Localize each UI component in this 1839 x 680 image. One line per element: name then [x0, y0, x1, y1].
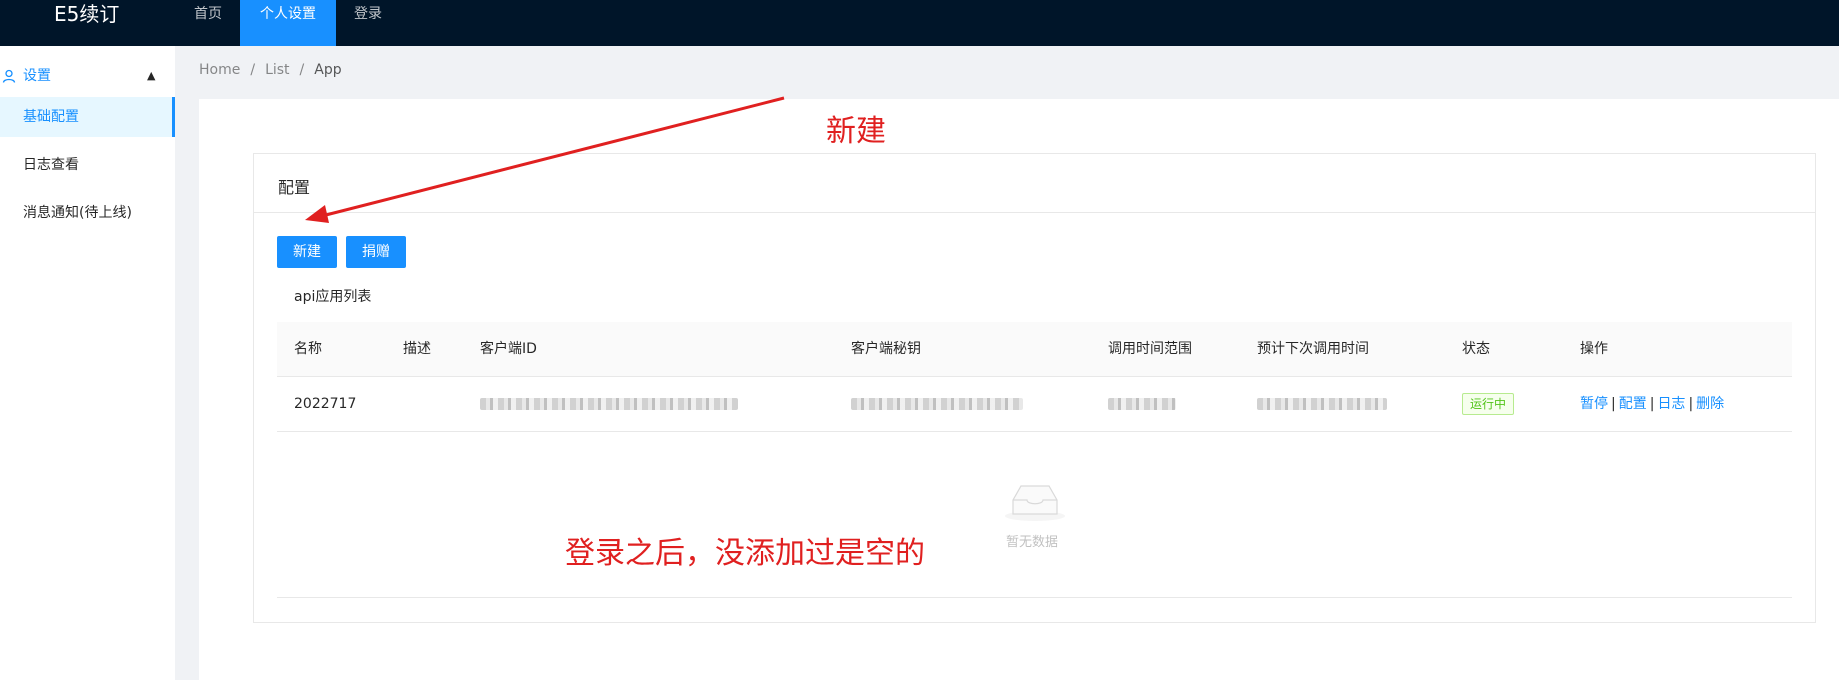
user-icon: [2, 69, 16, 83]
action-separator: |: [1611, 396, 1616, 412]
card-header: 配置: [254, 154, 1815, 213]
row-client-secret-redacted: [851, 377, 1023, 432]
row-client-id-redacted: [480, 377, 738, 432]
new-button[interactable]: 新建: [277, 236, 337, 268]
config-link[interactable]: 配置: [1619, 396, 1647, 412]
breadcrumb-separator: /: [250, 62, 256, 78]
redacted-text: [851, 398, 1023, 410]
redacted-text: [1108, 398, 1176, 410]
log-link[interactable]: 日志: [1657, 396, 1685, 412]
donate-button[interactable]: 捐赠: [346, 236, 406, 268]
sidebar: 设置 ▲ 基础配置 日志查看 消息通知(待上线): [0, 46, 175, 680]
top-header: E5续订 首页 个人设置 登录: [0, 0, 1839, 46]
card-title: 配置: [278, 178, 311, 197]
redacted-text: [480, 398, 738, 410]
table-row: 2022717 运行中 暂停 | 配置 | 日志 | 删除: [277, 377, 1792, 432]
row-status: 运行中: [1462, 377, 1515, 432]
topnav-home[interactable]: 首页: [176, 0, 240, 46]
empty-inbox-icon: [1005, 485, 1065, 521]
breadcrumb-current: App: [314, 62, 342, 78]
annotation-new-label: 新建: [826, 114, 886, 149]
breadcrumb-list[interactable]: List: [265, 62, 289, 78]
sidebar-item-notifications[interactable]: 消息通知(待上线): [0, 193, 175, 233]
sidebar-item-basic-config[interactable]: 基础配置: [0, 97, 175, 137]
row-name: 2022717: [294, 396, 357, 412]
row-actions: 暂停 | 配置 | 日志 | 删除: [1580, 377, 1724, 432]
topnav-settings[interactable]: 个人设置: [240, 0, 336, 46]
redacted-text: [1257, 398, 1387, 410]
topnav-login[interactable]: 登录: [336, 0, 400, 46]
empty-text: 暂无数据: [1006, 535, 1059, 550]
column-header-client-id: 客户端ID: [480, 341, 537, 357]
column-header-next-call-time: 预计下次调用时间: [1257, 341, 1369, 357]
pause-link[interactable]: 暂停: [1580, 396, 1608, 412]
table-bottom-divider: [277, 597, 1792, 598]
action-separator: |: [1649, 396, 1655, 412]
sidebar-group-settings[interactable]: 设置 ▲: [0, 56, 175, 96]
column-header-status: 状态: [1462, 341, 1490, 357]
action-separator: |: [1688, 396, 1694, 412]
annotation-empty-note: 登录之后，没添加过是空的: [565, 536, 925, 571]
sidebar-item-logs[interactable]: 日志查看: [0, 145, 175, 185]
row-next-call-time-redacted: [1257, 377, 1387, 432]
breadcrumb-home[interactable]: Home: [199, 62, 240, 78]
column-header-client-secret: 客户端秘钥: [851, 341, 921, 357]
table-header: 名称 描述 客户端ID 客户端秘钥 调用时间范围 预计下次调用时间 状态 操作: [277, 322, 1792, 377]
column-header-actions: 操作: [1580, 341, 1608, 357]
column-header-call-time-range: 调用时间范围: [1108, 341, 1192, 357]
app-logo: E5续订: [54, 2, 120, 26]
breadcrumb: Home / List / App: [199, 62, 342, 78]
column-header-name: 名称: [294, 341, 322, 357]
status-badge: 运行中: [1462, 393, 1515, 415]
list-title: api应用列表: [294, 289, 372, 305]
top-nav: 首页 个人设置 登录: [176, 0, 400, 46]
breadcrumb-separator: /: [299, 62, 305, 78]
row-call-time-range-redacted: [1108, 377, 1176, 432]
chevron-up-icon: ▲: [147, 69, 156, 82]
delete-link[interactable]: 删除: [1696, 396, 1724, 412]
sidebar-group-label: 设置: [23, 68, 51, 84]
column-header-description: 描述: [403, 341, 431, 357]
